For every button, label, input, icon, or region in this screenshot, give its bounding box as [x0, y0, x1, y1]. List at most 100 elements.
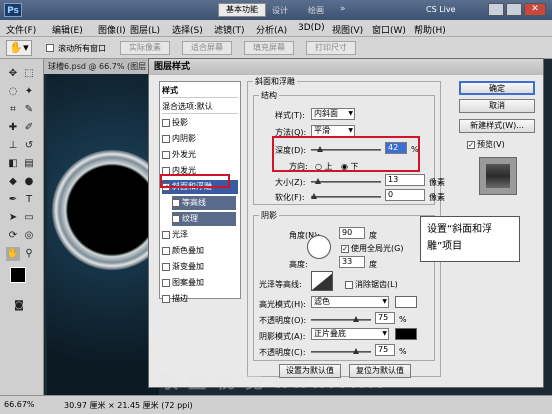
style-satin[interactable]: 光泽 — [162, 228, 238, 242]
shape-tool-icon[interactable]: ▭ — [22, 211, 36, 225]
workspace-button[interactable]: 基本功能 — [218, 3, 266, 17]
menu-file[interactable]: 文件(F) — [6, 23, 36, 36]
menu-layer[interactable]: 图层(L) — [130, 23, 160, 36]
shadow-opacity-unit: % — [399, 347, 407, 356]
shadow-opacity-input[interactable]: 75 — [375, 344, 395, 356]
shadow-mode-select[interactable]: 正片叠底 — [311, 328, 389, 340]
size-input[interactable]: 13 — [385, 174, 425, 186]
workspace-design[interactable]: 设计 — [272, 5, 288, 16]
size-slider[interactable] — [311, 178, 381, 184]
style-inner-shadow[interactable]: 内阴影 — [162, 132, 238, 146]
preview-checkbox[interactable]: ✓ 预览(V) — [467, 139, 505, 150]
global-light-checkbox[interactable]: ✓ 使用全局光(G) — [341, 243, 403, 254]
style-pattern-overlay[interactable]: 图案叠加 — [162, 276, 238, 290]
menu-view[interactable]: 视图(V) — [332, 23, 363, 36]
shading-label: 阴影 — [259, 210, 279, 221]
healing-brush-icon[interactable]: ✚ — [6, 121, 20, 135]
altitude-input[interactable]: 33 — [339, 256, 365, 268]
menu-edit[interactable]: 编辑(E) — [52, 23, 83, 36]
menu-3d[interactable]: 3D(D) — [298, 23, 325, 33]
fill-screen-button[interactable]: 填充屏幕 — [244, 41, 294, 55]
hand-tool-icon[interactable]: ✋ — [6, 247, 20, 261]
size-slider-thumb[interactable] — [315, 178, 321, 184]
gradient-icon[interactable]: ▤ — [22, 157, 36, 171]
quick-mask-icon[interactable]: ◙ — [12, 299, 26, 313]
soften-unit: 像素 — [429, 193, 445, 202]
close-button[interactable]: ✕ — [524, 3, 546, 16]
style-texture[interactable]: 纹理 — [172, 212, 236, 226]
highlight-mode-label: 高光模式(H): — [259, 300, 306, 309]
lasso-tool-icon[interactable]: ◌ — [6, 85, 20, 99]
style-stroke[interactable]: 描边 — [162, 292, 238, 306]
workspace-paint[interactable]: 绘画 — [308, 5, 324, 16]
menu-help[interactable]: 帮助(H) — [414, 23, 446, 36]
style-outer-glow[interactable]: 外发光 — [162, 148, 238, 162]
antialias-checkbox[interactable]: 消除锯齿(L) — [345, 279, 398, 290]
scroll-all-checkbox[interactable] — [46, 44, 54, 52]
soften-slider[interactable] — [311, 193, 381, 199]
style-header[interactable]: 样式 — [162, 84, 238, 98]
path-select-icon[interactable]: ➤ — [6, 211, 20, 225]
type-tool-icon[interactable]: T — [22, 193, 36, 207]
eraser-icon[interactable]: ◧ — [6, 157, 20, 171]
blur-tool-icon[interactable]: ◆ — [6, 175, 20, 189]
crop-tool-icon[interactable]: ⌗ — [6, 103, 20, 117]
zoom-level[interactable]: 66.67% — [4, 400, 35, 409]
bevel-style-select[interactable]: 内斜面 — [311, 108, 355, 120]
ok-button[interactable]: 确定 — [459, 81, 535, 95]
altitude-label: 高度: — [289, 260, 308, 269]
hand-tool-icon[interactable]: ✋▾ — [6, 40, 32, 56]
highlight-opacity-thumb[interactable] — [353, 316, 359, 322]
shadow-opacity-slider[interactable] — [311, 348, 371, 354]
clone-stamp-icon[interactable]: ⊥ — [6, 139, 20, 153]
style-drop-shadow[interactable]: 投影 — [162, 116, 238, 130]
menu-select[interactable]: 选择(S) — [172, 23, 203, 36]
cancel-button[interactable]: 取消 — [459, 99, 535, 113]
instruction-callout: 设置“斜面和浮雕”项目 — [420, 216, 520, 262]
new-style-button[interactable]: 新建样式(W)... — [459, 119, 535, 133]
menu-image[interactable]: 图像(I) — [98, 23, 126, 36]
dialog-title: 图层样式 — [149, 59, 543, 75]
print-size-button[interactable]: 打印尺寸 — [306, 41, 356, 55]
bevel-highlight-box — [160, 174, 230, 188]
blending-options[interactable]: 混合选项:默认 — [162, 100, 238, 114]
zoom-tool-icon[interactable]: ⚲ — [22, 247, 36, 261]
style-contour[interactable]: 等高线 — [172, 196, 236, 210]
soften-input[interactable]: 0 — [385, 189, 425, 201]
gloss-contour-picker[interactable] — [311, 271, 333, 291]
menu-filter[interactable]: 滤镜(T) — [214, 23, 245, 36]
angle-input[interactable]: 90 — [339, 227, 365, 239]
menu-analysis[interactable]: 分析(A) — [256, 23, 287, 36]
maximize-button[interactable] — [506, 3, 522, 16]
brush-tool-icon[interactable]: ✐ — [22, 121, 36, 135]
actual-pixels-button[interactable]: 实际像素 — [120, 41, 170, 55]
eyedropper-icon[interactable]: ✎ — [22, 103, 36, 117]
marquee-tool-icon[interactable]: ⬚ — [22, 67, 36, 81]
magic-wand-icon[interactable]: ✦ — [22, 85, 36, 99]
cslive-button[interactable]: CS Live — [426, 5, 456, 14]
fit-screen-button[interactable]: 适合屏幕 — [182, 41, 232, 55]
minimize-button[interactable] — [488, 3, 504, 16]
move-tool-icon[interactable]: ✥ — [6, 67, 20, 81]
highlight-opacity-input[interactable]: 75 — [375, 312, 395, 324]
foreground-color-swatch[interactable] — [10, 267, 26, 283]
highlight-mode-select[interactable]: 滤色 — [311, 296, 389, 308]
3d-orbit-icon[interactable]: ◎ — [22, 229, 36, 243]
highlight-opacity-slider[interactable] — [311, 316, 371, 322]
tools-panel: ✥ ⬚ ◌ ✦ ⌗ ✎ ✚ ✐ ⊥ ↺ ◧ ▤ ◆ ● ✒ T ➤ ▭ ⟳ ◎ … — [0, 59, 44, 395]
style-gradient-overlay[interactable]: 渐变叠加 — [162, 260, 238, 274]
altitude-unit: 度 — [369, 260, 377, 269]
3d-rotate-icon[interactable]: ⟳ — [6, 229, 20, 243]
highlight-color-swatch[interactable] — [395, 296, 417, 308]
pen-tool-icon[interactable]: ✒ — [6, 193, 20, 207]
history-brush-icon[interactable]: ↺ — [22, 139, 36, 153]
style-color-overlay[interactable]: 颜色叠加 — [162, 244, 238, 258]
dodge-tool-icon[interactable]: ● — [22, 175, 36, 189]
shadow-opacity-thumb[interactable] — [353, 348, 359, 354]
shadow-color-swatch[interactable] — [395, 328, 417, 340]
workspace-more[interactable]: » — [340, 4, 346, 14]
depth-highlight-box — [272, 136, 420, 172]
soften-slider-thumb[interactable] — [311, 193, 317, 199]
angle-dial[interactable] — [307, 235, 331, 259]
menu-window[interactable]: 窗口(W) — [372, 23, 406, 36]
